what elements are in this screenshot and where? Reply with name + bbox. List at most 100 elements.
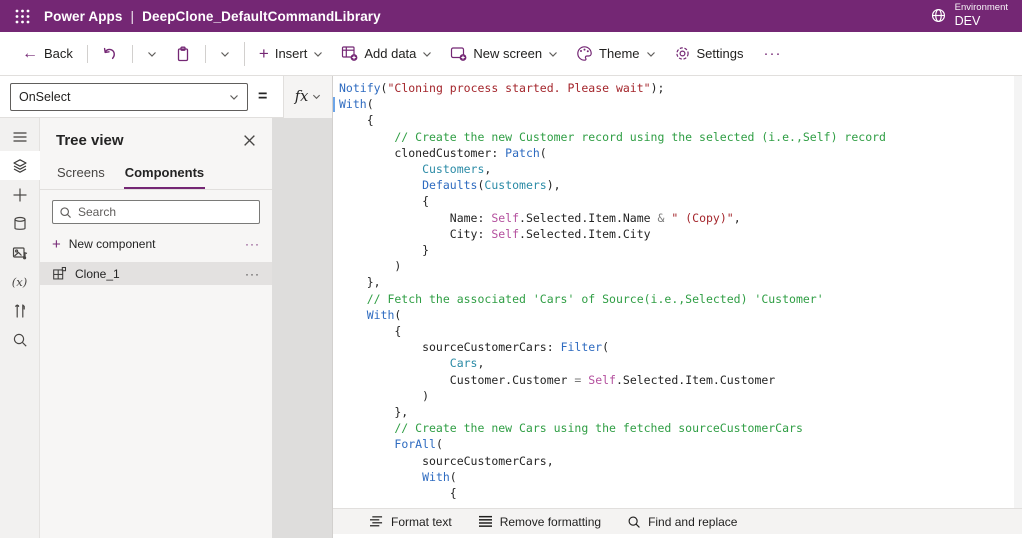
rail-insert-button[interactable]	[0, 180, 40, 209]
property-dropdown[interactable]: OnSelect	[10, 83, 248, 111]
search-input[interactable]	[78, 205, 253, 219]
new-screen-icon	[450, 45, 467, 62]
variables-icon: (x)	[12, 275, 27, 289]
code-line: // Fetch the associated 'Cars' of Source…	[339, 291, 1022, 307]
rail-search-button[interactable]	[0, 325, 40, 354]
new-component-button[interactable]: + New component ···	[40, 232, 272, 256]
tree-item-label: Clone_1	[75, 267, 120, 281]
settings-label: Settings	[697, 46, 744, 61]
rail-menu-button[interactable]	[0, 122, 40, 151]
code-line: sourceCustomerCars: Filter(	[339, 339, 1022, 355]
code-line: )	[339, 258, 1022, 274]
formula-code-editor[interactable]: Notify("Cloning process started. Please …	[333, 76, 1022, 508]
code-line: Customers,	[339, 161, 1022, 177]
waffle-menu-icon[interactable]	[0, 0, 44, 32]
rail-advanced-tools-button[interactable]	[0, 296, 40, 325]
theme-button[interactable]: Theme	[568, 39, 663, 68]
workspace: OnSelect = fx	[0, 76, 1022, 538]
equals-sign: =	[258, 88, 267, 106]
add-data-label: Add data	[364, 46, 416, 61]
settings-button[interactable]: Settings	[666, 39, 752, 68]
left-body: (x)	[0, 118, 332, 538]
tree-view-tabs: Screens Components	[40, 159, 272, 190]
rail-media-button[interactable]	[0, 238, 40, 267]
tree-view-panel: Tree view Screens Components	[40, 118, 272, 538]
remove-formatting-label: Remove formatting	[500, 515, 601, 529]
undo-icon	[102, 46, 118, 62]
code-line: ForAll(	[339, 436, 1022, 452]
code-line: With(	[339, 307, 1022, 323]
format-text-button[interactable]: Format text	[369, 515, 452, 529]
code-line: With(	[339, 96, 1022, 112]
app-title: DeepClone_DefaultCommandLibrary	[142, 9, 381, 24]
find-and-replace-button[interactable]: Find and replace	[627, 515, 737, 529]
rail-variables-button[interactable]: (x)	[0, 267, 40, 296]
divider	[132, 45, 133, 63]
navigation-rail: (x)	[0, 118, 40, 538]
code-line: With(	[339, 469, 1022, 485]
remove-formatting-button[interactable]: Remove formatting	[478, 515, 601, 529]
environment-globe-icon	[930, 7, 947, 24]
tree-view-layers-icon	[12, 158, 28, 174]
database-icon	[12, 216, 28, 232]
remove-formatting-icon	[478, 515, 493, 528]
rail-data-button[interactable]	[0, 209, 40, 238]
new-component-more-button[interactable]: ···	[245, 237, 260, 251]
divider	[244, 42, 245, 66]
chevron-down-icon	[147, 49, 157, 59]
component-icon	[52, 266, 67, 281]
waffle-grid-icon	[15, 9, 30, 24]
rail-tree-view-button[interactable]	[0, 151, 40, 180]
tools-icon	[12, 303, 28, 319]
back-label: Back	[44, 46, 73, 61]
code-line: },	[339, 404, 1022, 420]
code-line: )	[339, 388, 1022, 404]
code-line: // Create the new Cars using the fetched…	[339, 420, 1022, 436]
plus-icon: +	[259, 45, 269, 62]
media-icon	[12, 245, 28, 261]
fx-dropdown[interactable]: fx	[283, 76, 332, 118]
divider	[87, 45, 88, 63]
chevron-down-icon	[312, 92, 321, 101]
tree-item-more-button[interactable]: ···	[245, 267, 260, 281]
paste-button[interactable]	[167, 40, 199, 68]
undo-button[interactable]	[94, 40, 126, 68]
insert-button[interactable]: + Insert	[251, 39, 331, 68]
search-icon	[59, 206, 72, 219]
code-line: Name: Self.Selected.Item.Name & " (Copy)…	[339, 210, 1022, 226]
theme-label: Theme	[599, 46, 639, 61]
paste-menu-chevron[interactable]	[212, 43, 238, 65]
fx-label: fx	[295, 89, 309, 105]
undo-menu-chevron[interactable]	[139, 43, 165, 65]
tab-components[interactable]: Components	[124, 161, 205, 189]
new-component-label: New component	[69, 237, 156, 251]
brand-name: Power Apps	[44, 9, 123, 24]
chevron-down-icon	[422, 49, 432, 59]
code-line: Customer.Customer = Self.Selected.Item.C…	[339, 372, 1022, 388]
back-button[interactable]: ← Back	[14, 40, 81, 68]
environment-switcher[interactable]: Environment DEV	[930, 3, 1022, 28]
chevron-down-icon	[646, 49, 656, 59]
app-breadcrumb: Power Apps | DeepClone_DefaultCommandLib…	[44, 9, 381, 24]
chevron-down-icon	[313, 49, 323, 59]
tab-screens[interactable]: Screens	[56, 161, 106, 189]
code-line: Defaults(Customers),	[339, 177, 1022, 193]
editor-cursor-indicator	[333, 97, 335, 112]
code-line: sourceCustomerCars,	[339, 453, 1022, 469]
code-line: City: Self.Selected.Item.City	[339, 226, 1022, 242]
add-data-icon	[341, 45, 358, 62]
find-and-replace-label: Find and replace	[648, 515, 737, 529]
add-data-button[interactable]: Add data	[333, 39, 440, 68]
property-bar: OnSelect = fx	[0, 76, 332, 118]
editor-footer-bar: Format text Remove formatting	[333, 508, 1022, 534]
canvas-background	[272, 118, 332, 538]
tree-item-clone-1[interactable]: Clone_1 ···	[40, 262, 272, 285]
new-screen-button[interactable]: New screen	[442, 39, 566, 68]
close-panel-button[interactable]	[243, 134, 256, 147]
toolbar-overflow-button[interactable]: ···	[754, 45, 792, 62]
editor-scrollbar[interactable]	[1014, 76, 1022, 508]
environment-name: DEV	[955, 14, 1008, 28]
clipboard-icon	[175, 46, 191, 62]
panel-title: Tree view	[56, 132, 124, 149]
tree-search-box	[52, 200, 260, 224]
